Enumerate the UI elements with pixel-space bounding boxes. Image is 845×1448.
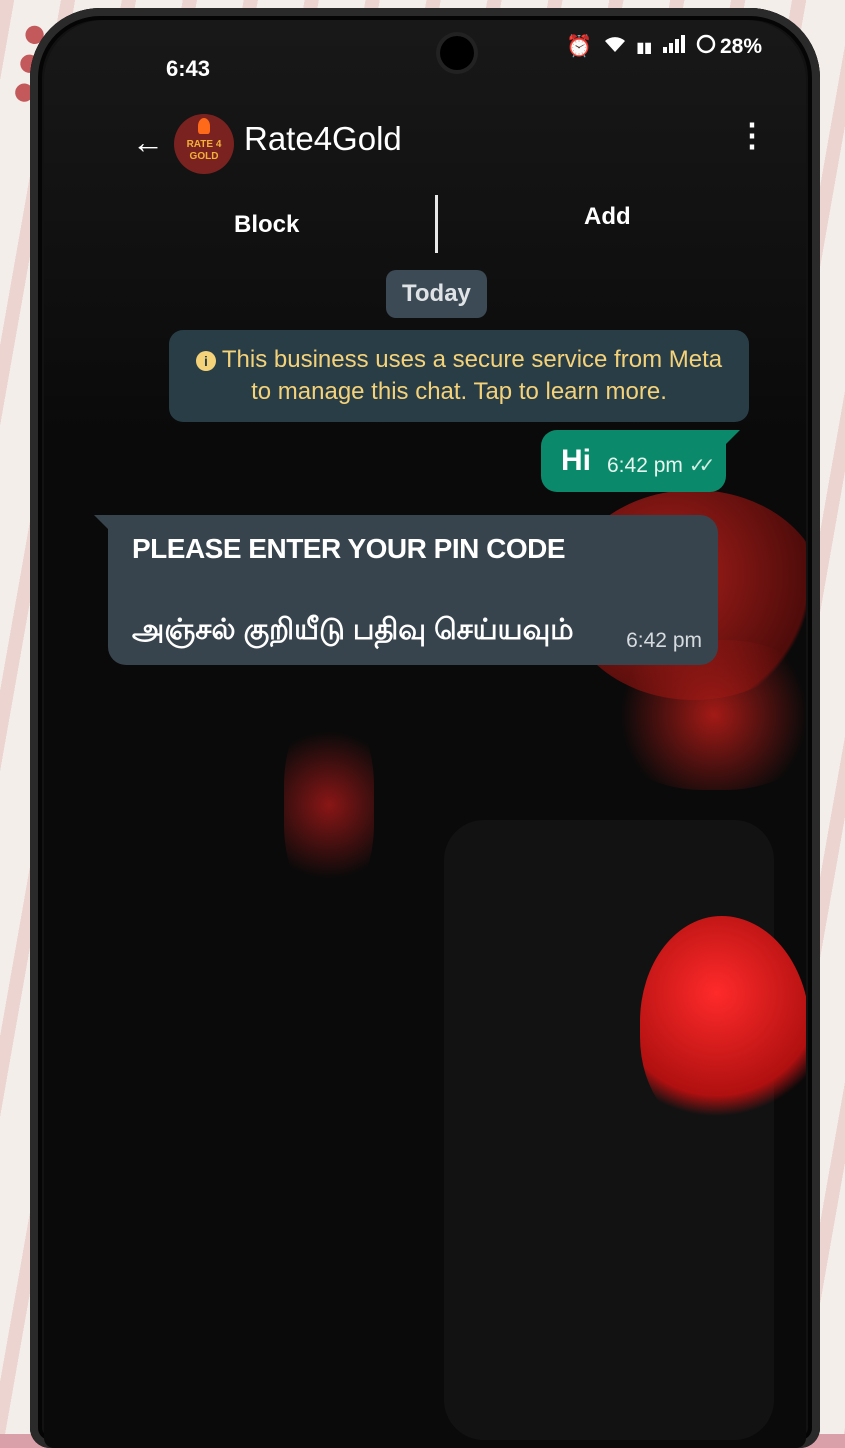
block-button[interactable]: Block xyxy=(234,211,299,239)
incoming-message[interactable]: PLEASE ENTER YOUR PIN CODE அஞ்சல் குறியீ… xyxy=(94,515,718,665)
contact-action-bar: Block Add xyxy=(44,195,806,265)
wifi-icon xyxy=(603,35,627,59)
signal-icon xyxy=(662,35,686,59)
action-divider xyxy=(435,195,438,253)
status-time: 6:43 xyxy=(166,56,211,81)
alarm-icon: ⏰ xyxy=(566,35,593,58)
flame-icon xyxy=(198,118,210,134)
encryption-notice[interactable]: i This business uses a secure service fro… xyxy=(169,330,749,422)
avatar[interactable]: RATE 4 GOLD xyxy=(174,114,234,174)
add-contact-button[interactable]: Add xyxy=(584,203,631,231)
network-icon: ▮▮ xyxy=(636,38,652,55)
chat-screen: 6:43 ⏰ ▮▮ 28% ← RATE 4 GOLD Rate4Gold ⋮ … xyxy=(44,20,806,1448)
avatar-text: RATE 4 GOLD xyxy=(186,139,222,162)
message-time: 6:42 pm xyxy=(626,629,702,652)
phone-frame: 6:43 ⏰ ▮▮ 28% ← RATE 4 GOLD Rate4Gold ⋮ … xyxy=(30,8,820,1448)
double-check-icon: ✓✓ xyxy=(688,455,715,477)
chat-header: ← RATE 4 GOLD Rate4Gold ⋮ xyxy=(44,100,806,190)
bubble-tail xyxy=(724,430,741,446)
wallpaper-shape xyxy=(284,710,374,900)
notice-text: This business uses a secure service from… xyxy=(221,346,723,405)
date-separator: Today xyxy=(386,270,487,318)
message-text-english: PLEASE ENTER YOUR PIN CODE xyxy=(132,533,566,564)
battery-icon xyxy=(696,34,716,60)
outgoing-message[interactable]: Hi 6:42 pm ✓✓ xyxy=(541,430,741,492)
message-meta: 6:42 pm ✓✓ xyxy=(607,453,715,478)
battery-percent: 28% xyxy=(719,35,762,58)
bubble-tail xyxy=(94,515,110,531)
more-vertical-icon[interactable]: ⋮ xyxy=(736,116,768,154)
status-bar: 6:43 ⏰ ▮▮ 28% xyxy=(44,20,806,100)
status-icons: ⏰ ▮▮ 28% xyxy=(566,34,762,60)
chat-title[interactable]: Rate4Gold xyxy=(244,120,402,158)
message-time: 6:42 pm xyxy=(607,453,683,477)
message-text: Hi xyxy=(561,444,591,477)
front-camera xyxy=(440,36,474,70)
wallpaper-shape xyxy=(640,916,806,1136)
battery-indicator: 28% xyxy=(696,34,762,60)
message-text-tamil: அஞ்சல் குறியீடு பதிவு செய்யவும் xyxy=(132,614,574,646)
arrow-left-icon[interactable]: ← xyxy=(132,124,164,161)
info-icon: i xyxy=(195,350,216,371)
